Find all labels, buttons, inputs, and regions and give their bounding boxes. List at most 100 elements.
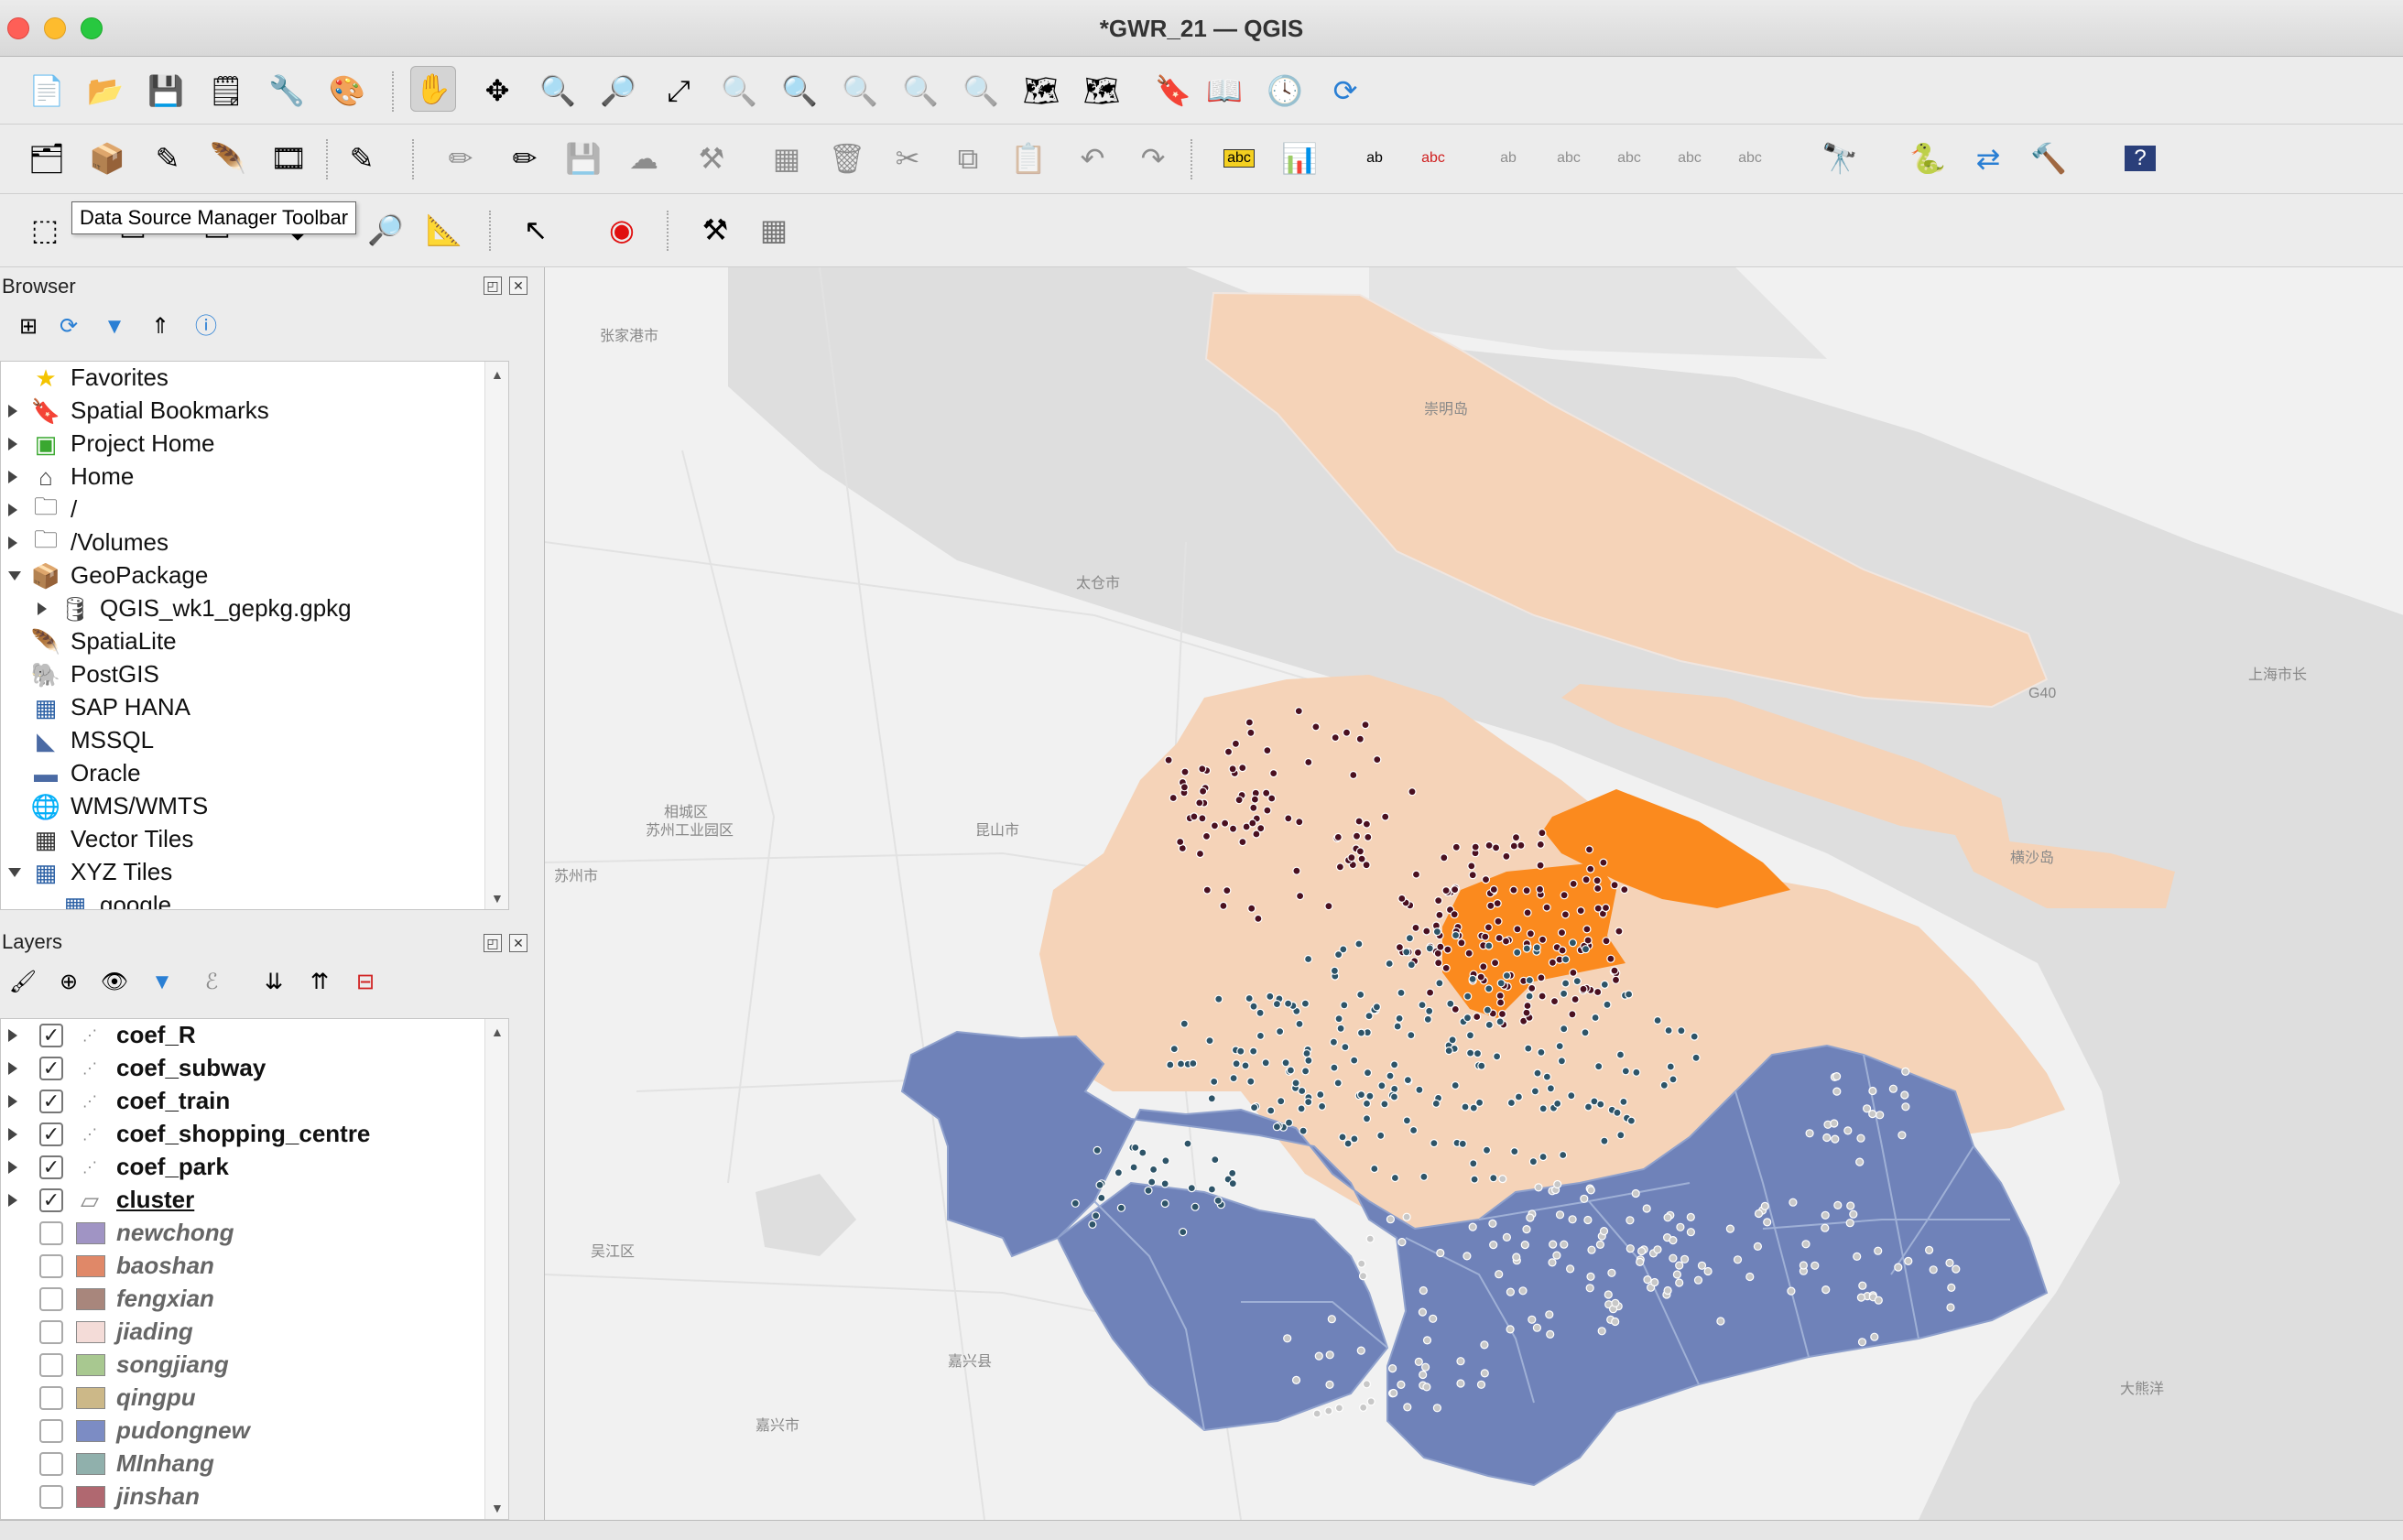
browser-item[interactable]: 🗀 /	[1, 493, 508, 526]
browser-item[interactable]: 🐘 PostGIS	[1, 658, 508, 691]
highlight-pinned-labels-icon[interactable]: ab	[1352, 136, 1397, 181]
layer-row[interactable]: ✓ ⋰ coef_R	[1, 1019, 508, 1052]
save-layer-edits-icon[interactable]: 💾	[560, 136, 606, 181]
new-3d-map-view-icon[interactable]: 🗺	[1079, 68, 1125, 114]
close-panel-button[interactable]: ✕	[509, 277, 527, 295]
layer-visibility-checkbox[interactable]	[39, 1254, 63, 1278]
expand-arrow-icon[interactable]	[8, 537, 17, 549]
layer-diagram-options-icon[interactable]: 📊	[1277, 136, 1322, 181]
new-spatialite-layer-icon[interactable]: 🪶	[205, 136, 251, 181]
style-manager-icon[interactable]: 🎨	[324, 68, 370, 114]
browser-item[interactable]: ▦ XYZ Tiles	[1, 856, 508, 889]
collapse-arrow-icon[interactable]	[8, 868, 21, 877]
cut-features-icon[interactable]: ✂	[885, 136, 930, 181]
layer-visibility-checkbox[interactable]: ✓	[39, 1057, 63, 1080]
pan-map-icon[interactable]: ✋	[410, 66, 456, 112]
float-panel-button[interactable]: ◰	[484, 934, 502, 952]
new-temporary-layer-icon[interactable]: 🎞	[266, 136, 311, 181]
new-print-layout-icon[interactable]: 🗒	[203, 68, 249, 114]
layer-visibility-checkbox[interactable]	[39, 1221, 63, 1245]
open-project-icon[interactable]: 📂	[82, 68, 128, 114]
expand-arrow-icon[interactable]	[8, 1161, 17, 1174]
layer-row[interactable]: ✓ ⋰ coef_shopping_centre	[1, 1118, 508, 1151]
show-hide-labels-icon[interactable]: abc	[1546, 136, 1592, 181]
layer-visibility-checkbox[interactable]	[39, 1287, 63, 1311]
measure-icon[interactable]: ↖	[513, 207, 559, 253]
refresh-icon[interactable]: ⟳	[1322, 68, 1368, 114]
zoom-last-icon[interactable]: 🔍	[897, 68, 943, 114]
current-edits-icon[interactable]: ✏	[438, 136, 484, 181]
zoom-to-layer-icon[interactable]: 🔍	[777, 68, 822, 114]
browser-item[interactable]: 📦 GeoPackage	[1, 559, 508, 592]
browser-item[interactable]: ▦ Vector Tiles	[1, 823, 508, 856]
rotate-label-icon[interactable]: abc	[1667, 136, 1713, 181]
toggle-editing-icon[interactable]: ✏	[502, 136, 548, 181]
collapse-arrow-icon[interactable]	[8, 571, 21, 580]
python-console-icon[interactable]: 🐍	[1905, 136, 1951, 181]
open-layer-styling-icon[interactable]: 🖌	[0, 960, 46, 1005]
map-canvas[interactable]: 张家港市 太仓市 苏州工业园区 苏州市 相城区 昆山市 吴江区 嘉兴县 嘉兴市 …	[544, 267, 2403, 1520]
add-selected-layers-icon[interactable]: ⊞	[5, 304, 51, 350]
show-spatial-bookmarks-icon[interactable]: 📖	[1202, 68, 1247, 114]
expand-arrow-icon[interactable]	[8, 1062, 17, 1075]
layer-row[interactable]: ✓ ⋰ coef_park	[1, 1151, 508, 1184]
browser-item[interactable]: 🔖 Spatial Bookmarks	[1, 395, 508, 428]
change-label-icon[interactable]: abc	[1727, 136, 1773, 181]
filter-legend-icon[interactable]: ▼	[139, 960, 185, 1005]
redo-icon[interactable]: ↷	[1130, 136, 1176, 181]
float-panel-button[interactable]: ◰	[484, 277, 502, 295]
new-shapefile-layer-icon[interactable]: ✎	[145, 136, 190, 181]
layer-visibility-checkbox[interactable]: ✓	[39, 1024, 63, 1047]
expand-arrow-icon[interactable]	[8, 1029, 17, 1042]
layer-row[interactable]: newchong	[1, 1217, 508, 1250]
processing-toolbox-icon[interactable]: ⚒	[692, 207, 738, 253]
layer-row[interactable]: ✓ ⋰ coef_train	[1, 1085, 508, 1118]
layer-row[interactable]: fengxian	[1, 1283, 508, 1316]
browser-item[interactable]: 🗀 /Volumes	[1, 526, 508, 559]
zoom-native-resolution-icon[interactable]: 🔍	[837, 68, 883, 114]
layer-visibility-checkbox[interactable]	[39, 1386, 63, 1410]
move-label-icon[interactable]: abc	[1606, 136, 1652, 181]
reprojection-icon[interactable]: ⇄	[1965, 136, 2011, 181]
delete-selected-icon[interactable]: 🗑	[824, 136, 870, 181]
collapse-all-icon[interactable]: ⇑	[137, 304, 183, 350]
layer-row[interactable]: jinshan	[1, 1480, 508, 1513]
pan-to-selection-icon[interactable]: ✥	[474, 68, 520, 114]
save-project-icon[interactable]: 💾	[143, 68, 189, 114]
layer-row[interactable]: qingpu	[1, 1382, 508, 1415]
layer-labeling-options-icon[interactable]: abc	[1216, 136, 1262, 181]
paste-features-icon[interactable]: 📋	[1006, 136, 1051, 181]
layer-visibility-checkbox[interactable]: ✓	[39, 1155, 63, 1179]
graphical-modeler-icon[interactable]: ▦	[751, 207, 797, 253]
browser-item[interactable]: ▦ SAP HANA	[1, 691, 508, 724]
expand-arrow-icon[interactable]	[8, 438, 17, 450]
zoom-out-icon[interactable]: 🔎	[595, 68, 641, 114]
temporal-controller-icon[interactable]: 🕓	[1262, 68, 1308, 114]
browser-item[interactable]: ★ Favorites	[1, 362, 508, 395]
filter-by-expression-icon[interactable]: ℰ	[189, 960, 234, 1005]
modify-attributes-icon[interactable]: ▦	[764, 136, 810, 181]
layout-manager-icon[interactable]: 🔧	[264, 68, 310, 114]
data-source-manager-icon[interactable]: 🗂	[24, 136, 70, 181]
properties-info-icon[interactable]: ⓘ	[183, 304, 229, 350]
new-virtual-layer-icon[interactable]: ✎	[339, 136, 385, 181]
zoom-next-icon[interactable]: 🔍	[958, 68, 1004, 114]
select-features-icon[interactable]: ⬚	[22, 207, 68, 253]
new-project-icon[interactable]: 📄	[24, 68, 70, 114]
new-map-view-icon[interactable]: 🗺	[1018, 68, 1064, 114]
pin-labels-icon[interactable]: ab	[1485, 136, 1531, 181]
browser-item[interactable]: ⌂ Home	[1, 461, 508, 493]
layer-visibility-checkbox[interactable]: ✓	[39, 1122, 63, 1146]
new-geopackage-layer-icon[interactable]: 📦	[84, 136, 130, 181]
add-feature-icon[interactable]: ☁	[621, 136, 667, 181]
browser-scrollbar[interactable]: ▲ ▼	[484, 362, 508, 909]
layer-visibility-checkbox[interactable]: ✓	[39, 1188, 63, 1212]
refresh-browser-icon[interactable]: ⟳	[46, 304, 92, 350]
new-spatial-bookmark-icon[interactable]: 🔖	[1150, 68, 1196, 114]
collapse-all-layers-icon[interactable]: ⇈	[297, 960, 343, 1005]
toggle-display-unplaced-labels-icon[interactable]: abc	[1410, 136, 1456, 181]
browser-item[interactable]: 🛢 QGIS_wk1_gepkg.gpkg	[1, 592, 508, 625]
layer-row[interactable]: pudongnew	[1, 1415, 508, 1448]
undo-icon[interactable]: ↶	[1070, 136, 1115, 181]
remove-layer-icon[interactable]: ⊟	[343, 960, 388, 1005]
